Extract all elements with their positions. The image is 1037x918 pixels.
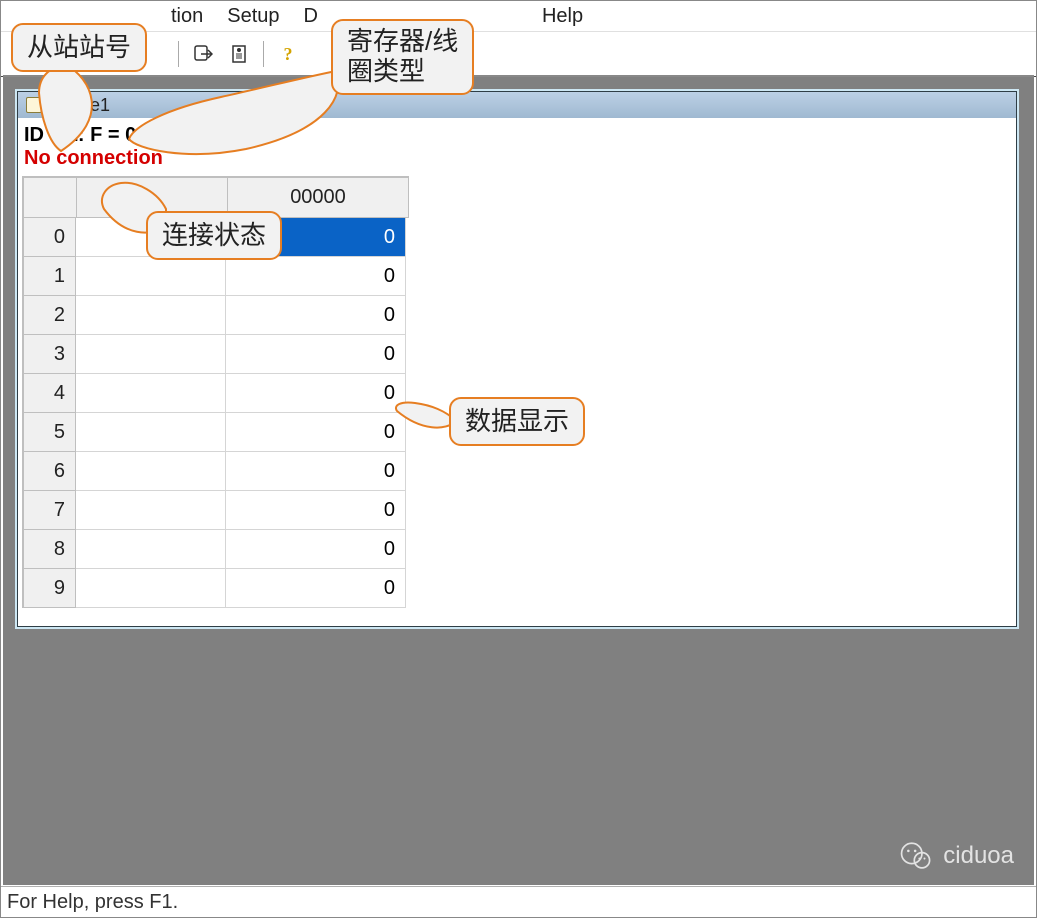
toolbar-separator xyxy=(263,41,264,67)
table-cell-blank[interactable] xyxy=(76,335,226,374)
table-cell-value[interactable]: 0 xyxy=(226,530,406,569)
table-row-index: 9 xyxy=(24,569,76,608)
menu-connection[interactable]: tion xyxy=(159,3,215,30)
status-text: For Help, press F1. xyxy=(7,891,178,913)
table-row-index: 8 xyxy=(24,530,76,569)
table-row[interactable]: 90 xyxy=(24,569,409,608)
doc-icon[interactable] xyxy=(223,38,255,70)
toolbar: ? xyxy=(1,32,1036,77)
table-cell-blank[interactable] xyxy=(76,413,226,452)
connection-status: No connection xyxy=(20,147,1014,176)
table-cell-value[interactable]: 0 xyxy=(226,374,406,413)
help-icon[interactable]: ? xyxy=(272,38,304,70)
table-cell-value[interactable]: 0 xyxy=(226,257,406,296)
svg-text:?: ? xyxy=(284,44,293,64)
status-bar: For Help, press F1. xyxy=(1,886,1036,917)
table-cell-value[interactable]: 0 xyxy=(226,569,406,608)
menubar: tion Setup D Help xyxy=(1,1,1036,32)
menu-display[interactable]: D xyxy=(292,3,330,30)
menu-setup[interactable]: Setup xyxy=(215,3,291,30)
table-row-index: 4 xyxy=(24,374,76,413)
table-row[interactable]: 80 xyxy=(24,530,409,569)
watermark-text: ciduoa xyxy=(943,842,1014,870)
table-cell-value[interactable]: 0 xyxy=(226,452,406,491)
table-row-index: 6 xyxy=(24,452,76,491)
mdi-area: bslave1 ID = 1: F = 03 No connection 000… xyxy=(3,75,1034,885)
table-cell-blank[interactable] xyxy=(76,257,226,296)
watermark: ciduoa xyxy=(899,839,1014,873)
table-row[interactable]: 70 xyxy=(24,491,409,530)
child-window-title: bslave1 xyxy=(48,92,110,118)
table-cell-value[interactable]: 0 xyxy=(226,413,406,452)
table-cell-blank[interactable] xyxy=(76,569,226,608)
child-window-mbslave1: bslave1 ID = 1: F = 03 No connection 000… xyxy=(17,91,1017,627)
table-cell-blank[interactable] xyxy=(76,530,226,569)
annotation-register-type: 寄存器/线 圈类型 xyxy=(331,19,474,95)
application-window: tion Setup D Help ? bslave1 ID = 1: F = … xyxy=(0,0,1037,918)
menu-help[interactable]: Help xyxy=(530,3,595,30)
slave-id-function-line: ID = 1: F = 03 xyxy=(20,122,1014,147)
table-row-index: 2 xyxy=(24,296,76,335)
annotation-slave-id: 从站站号 xyxy=(11,23,147,72)
table-row-index: 1 xyxy=(24,257,76,296)
table-row-index: 3 xyxy=(24,335,76,374)
table-cell-value[interactable]: 0 xyxy=(226,296,406,335)
table-row[interactable]: 50 xyxy=(24,413,409,452)
toolbar-separator xyxy=(178,41,179,67)
table-cell-value[interactable]: 0 xyxy=(226,335,406,374)
table-cell-blank[interactable] xyxy=(76,374,226,413)
table-row[interactable]: 10 xyxy=(24,257,409,296)
child-window-body: ID = 1: F = 03 No connection 00000 00102… xyxy=(18,118,1016,626)
table-row[interactable]: 40 xyxy=(24,374,409,413)
table-row[interactable]: 20 xyxy=(24,296,409,335)
wechat-icon xyxy=(899,839,933,873)
table-row-index: 5 xyxy=(24,413,76,452)
table-row-index: 0 xyxy=(24,218,76,257)
child-window-title-bar[interactable]: bslave1 xyxy=(18,92,1016,119)
table-row-index: 7 xyxy=(24,491,76,530)
disconnect-icon[interactable] xyxy=(187,38,219,70)
table-cell-blank[interactable] xyxy=(76,296,226,335)
table-row[interactable]: 60 xyxy=(24,452,409,491)
table-cell-blank[interactable] xyxy=(76,452,226,491)
table-corner-cell xyxy=(24,178,77,218)
table-row[interactable]: 30 xyxy=(24,335,409,374)
file-icon xyxy=(26,97,42,113)
table-cell-value[interactable]: 0 xyxy=(226,491,406,530)
annotation-data-display: 数据显示 xyxy=(449,397,585,446)
annotation-connection-state: 连接状态 xyxy=(146,211,282,260)
table-cell-blank[interactable] xyxy=(76,491,226,530)
